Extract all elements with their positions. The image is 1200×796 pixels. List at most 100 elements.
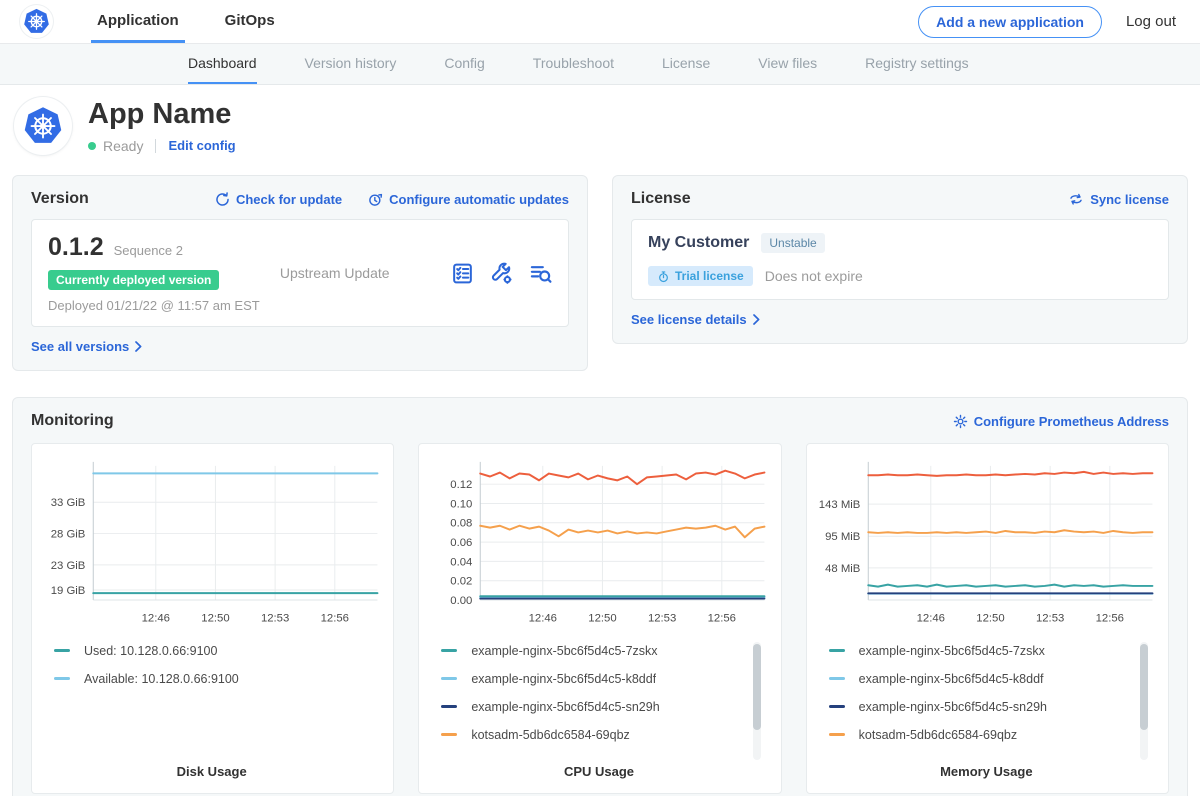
svg-text:0.08: 0.08: [451, 518, 473, 530]
svg-text:0.00: 0.00: [451, 595, 473, 607]
clock-update-icon: [368, 192, 383, 207]
monitoring-section: Monitoring Configure Prometheus Address …: [12, 397, 1188, 796]
legend-item: example-nginx-5bc6f5d4c5-k8ddf: [829, 672, 1128, 686]
add-new-application-button[interactable]: Add a new application: [918, 6, 1102, 38]
svg-text:0.10: 0.10: [451, 498, 473, 510]
currently-deployed-badge: Currently deployed version: [48, 270, 219, 290]
license-details-box: My Customer Unstable Trial license Does …: [631, 219, 1169, 300]
configure-automatic-updates-link[interactable]: Configure automatic updates: [368, 192, 569, 207]
legend-scrollbar: [1140, 642, 1148, 760]
customer-name: My Customer: [648, 234, 749, 252]
license-expiration: Does not expire: [765, 268, 863, 284]
see-license-details-link[interactable]: See license details: [631, 312, 760, 327]
logout-button[interactable]: Log out: [1126, 13, 1176, 30]
svg-text:12:53: 12:53: [1036, 613, 1064, 625]
kubernetes-logo-icon: [20, 5, 53, 38]
nav-tab-gitops[interactable]: GitOps: [219, 0, 281, 43]
deployed-timestamp: Deployed 01/21/22 @ 11:57 am EST: [48, 298, 280, 313]
deploy-logs-icon[interactable]: [529, 262, 552, 285]
divider: [155, 139, 156, 153]
legend-item: example-nginx-5bc6f5d4c5-sn29h: [441, 700, 740, 714]
svg-text:95 MiB: 95 MiB: [825, 531, 860, 543]
memory-usage-chart: 12:4612:5012:5312:56143 MiB95 MiB48 MiB: [813, 454, 1160, 632]
svg-text:12:46: 12:46: [529, 613, 557, 625]
subnav-tab-view-files[interactable]: View files: [758, 44, 817, 84]
chart-card-memory-usage: 12:4612:5012:5312:56143 MiB95 MiB48 MiB …: [806, 443, 1169, 794]
sync-icon: [1068, 192, 1084, 206]
legend-item: kotsadm-5db6dc6584-69qbz: [441, 728, 740, 742]
svg-text:0.04: 0.04: [451, 556, 473, 568]
license-card: License Sync license My Customer Unstabl…: [612, 175, 1188, 344]
legend-item: example-nginx-5bc6f5d4c5-7zskx: [829, 644, 1128, 658]
svg-text:143 MiB: 143 MiB: [818, 499, 860, 511]
disk-usage-legend: Used: 10.128.0.66:9100 Available: 10.128…: [54, 644, 375, 700]
legend-color-dash: [54, 649, 70, 652]
svg-text:12:56: 12:56: [708, 613, 736, 625]
chart-title: Memory Usage: [813, 756, 1160, 779]
chevron-right-icon: [753, 314, 760, 325]
version-card-title: Version: [31, 190, 89, 208]
license-card-title: License: [631, 190, 691, 208]
svg-text:12:50: 12:50: [976, 613, 1004, 625]
chevron-right-icon: [135, 341, 142, 352]
subnav-tab-dashboard[interactable]: Dashboard: [188, 44, 257, 84]
dashboard-content: Version Check for update Configure autom…: [0, 175, 1200, 796]
legend-color-dash: [441, 649, 457, 652]
legend-item: Used: 10.128.0.66:9100: [54, 644, 353, 658]
nav-tab-application[interactable]: Application: [91, 0, 185, 43]
scrollbar-thumb[interactable]: [753, 644, 761, 730]
monitoring-title: Monitoring: [31, 412, 114, 430]
subnav-tab-registry-settings[interactable]: Registry settings: [865, 44, 968, 84]
stopwatch-icon: [657, 270, 670, 283]
configure-prometheus-link[interactable]: Configure Prometheus Address: [953, 414, 1169, 429]
cpu-usage-chart: 12:4612:5012:5312:560.120.100.080.060.04…: [425, 454, 772, 632]
legend-item: example-nginx-5bc6f5d4c5-7zskx: [441, 644, 740, 658]
svg-text:28 GiB: 28 GiB: [51, 529, 86, 541]
svg-text:12:46: 12:46: [916, 613, 944, 625]
scrollbar-thumb[interactable]: [1140, 644, 1148, 730]
legend-color-dash: [829, 677, 845, 680]
sync-license-link[interactable]: Sync license: [1068, 192, 1169, 207]
see-all-versions-link[interactable]: See all versions: [31, 339, 142, 354]
subnav-tab-version-history[interactable]: Version history: [305, 44, 397, 84]
svg-text:12:53: 12:53: [261, 613, 289, 625]
version-sequence: Sequence 2: [114, 243, 183, 258]
chart-title: CPU Usage: [425, 756, 772, 779]
config-wrench-icon[interactable]: [490, 262, 513, 285]
app-status-text: Ready: [103, 138, 143, 154]
svg-text:33 GiB: 33 GiB: [51, 497, 86, 509]
kots-admin-console: Application GitOps Add a new application…: [0, 0, 1200, 796]
disk-usage-chart: 12:4612:5012:5312:5633 GiB28 GiB23 GiB19…: [38, 454, 385, 632]
legend-color-dash: [441, 733, 457, 736]
svg-text:12:56: 12:56: [321, 613, 349, 625]
current-version-box: 0.1.2 Sequence 2 Currently deployed vers…: [31, 219, 569, 327]
svg-text:0.02: 0.02: [451, 576, 473, 588]
memory-usage-legend: example-nginx-5bc6f5d4c5-7zskx example-n…: [829, 644, 1150, 756]
subnav-tab-config[interactable]: Config: [444, 44, 484, 84]
legend-item: Available: 10.128.0.66:9100: [54, 672, 353, 686]
check-for-update-link[interactable]: Check for update: [215, 192, 342, 207]
subnav-tab-license[interactable]: License: [662, 44, 710, 84]
svg-text:23 GiB: 23 GiB: [51, 560, 86, 572]
chart-card-cpu-usage: 12:4612:5012:5312:560.120.100.080.060.04…: [418, 443, 781, 794]
app-header: App Name Ready Edit config: [0, 85, 1200, 171]
app-subnav: Dashboard Version history Config Trouble…: [0, 44, 1200, 85]
version-card: Version Check for update Configure autom…: [12, 175, 588, 371]
app-avatar: [14, 97, 72, 155]
svg-text:12:56: 12:56: [1095, 613, 1123, 625]
refresh-icon: [215, 192, 230, 207]
subnav-tab-troubleshoot[interactable]: Troubleshoot: [533, 44, 614, 84]
cpu-usage-legend: example-nginx-5bc6f5d4c5-7zskx example-n…: [441, 644, 762, 756]
primary-nav-tabs: Application GitOps: [91, 0, 315, 43]
trial-license-badge: Trial license: [648, 266, 753, 286]
status-dot-ready: [88, 142, 96, 150]
legend-color-dash: [441, 677, 457, 680]
edit-config-link[interactable]: Edit config: [168, 138, 235, 153]
svg-text:0.06: 0.06: [451, 537, 473, 549]
gear-icon: [953, 414, 968, 429]
legend-color-dash: [54, 677, 70, 680]
legend-scrollbar: [753, 642, 761, 760]
preflight-checks-icon[interactable]: [451, 262, 474, 285]
chart-title: Disk Usage: [38, 756, 385, 779]
channel-badge: Unstable: [761, 233, 824, 253]
